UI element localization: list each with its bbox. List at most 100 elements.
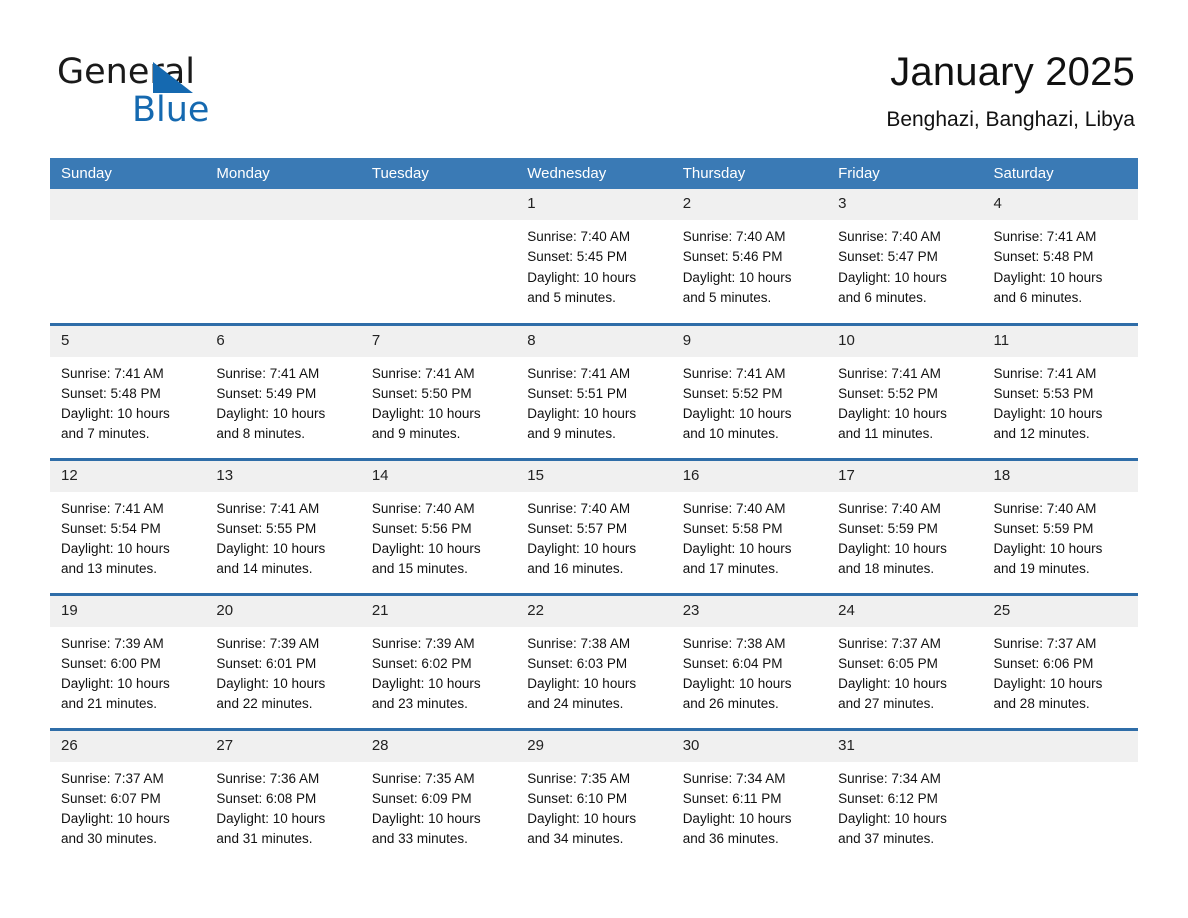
weekday-header-wednesday: Wednesday	[516, 158, 672, 189]
day-sun-info: Sunrise: 7:39 AM Sunset: 6:00 PM Dayligh…	[61, 635, 170, 712]
calendar-day-cell[interactable]: 24 Sunrise: 7:37 AM Sunset: 6:05 PM Dayli…	[827, 592, 983, 729]
day-sun-info: Sunrise: 7:39 AM Sunset: 6:01 PM Dayligh…	[216, 635, 326, 712]
day-sun-info: Sunrise: 7:41 AM Sunset: 5:53 PM Dayligh…	[993, 365, 1103, 442]
day-number: 18	[982, 460, 1138, 492]
day-sun-info: Sunrise: 7:34 AM Sunset: 6:12 PM Dayligh…	[838, 770, 947, 847]
calendar-week-row: 1 Sunrise: 7:40 AM Sunset: 5:45 PM Daylig…	[50, 189, 1138, 324]
calendar-day-cell[interactable]: 27 Sunrise: 7:36 AM Sunset: 6:08 PM Dayli…	[205, 727, 361, 864]
weekday-header-monday: Monday	[205, 158, 361, 189]
calendar-day-cell[interactable]: 21 Sunrise: 7:39 AM Sunset: 6:02 PM Dayli…	[360, 592, 517, 729]
calendar-day-cell[interactable]: 30 Sunrise: 7:34 AM Sunset: 6:11 PM Dayli…	[671, 727, 828, 864]
day-sun-info: Sunrise: 7:40 AM Sunset: 5:45 PM Dayligh…	[527, 229, 637, 305]
day-sun-info: Sunrise: 7:40 AM Sunset: 5:56 PM Dayligh…	[371, 500, 481, 577]
calendar-day-cell[interactable]: 23 Sunrise: 7:38 AM Sunset: 6:04 PM Dayli…	[671, 592, 828, 729]
calendar-day-cell[interactable]: 11 Sunrise: 7:41 AM Sunset: 5:53 PM Dayli…	[982, 322, 1138, 459]
day-number	[50, 189, 206, 220]
day-sun-info: Sunrise: 7:41 AM Sunset: 5:55 PM Dayligh…	[216, 500, 326, 577]
calendar-day-cell-empty	[205, 189, 361, 324]
calendar-day-cell[interactable]: 3 Sunrise: 7:40 AM Sunset: 5:47 PM Daylig…	[827, 189, 983, 324]
day-sun-info: Sunrise: 7:41 AM Sunset: 5:52 PM Dayligh…	[838, 365, 947, 442]
day-number: 16	[671, 460, 828, 492]
day-sun-info: Sunrise: 7:41 AM Sunset: 5:48 PM Dayligh…	[993, 229, 1103, 305]
day-sun-info: Sunrise: 7:41 AM Sunset: 5:54 PM Dayligh…	[61, 500, 170, 577]
calendar-day-cell[interactable]: 18 Sunrise: 7:40 AM Sunset: 5:59 PM Dayli…	[982, 457, 1138, 594]
day-sun-info: Sunrise: 7:34 AM Sunset: 6:11 PM Dayligh…	[682, 770, 792, 847]
day-number: 19	[50, 595, 206, 627]
day-number	[360, 189, 517, 220]
weekday-header-thursday: Thursday	[671, 158, 828, 189]
day-number: 27	[205, 730, 361, 762]
day-number: 1	[516, 189, 672, 220]
calendar-day-cell[interactable]: 28 Sunrise: 7:35 AM Sunset: 6:09 PM Dayli…	[360, 727, 517, 864]
day-sun-info	[50, 220, 205, 227]
day-sun-info: Sunrise: 7:41 AM Sunset: 5:50 PM Dayligh…	[371, 365, 481, 442]
calendar-header-row: Sunday Monday Tuesday Wednesday Thursday…	[50, 158, 1138, 189]
day-sun-info	[361, 220, 516, 227]
day-number: 12	[50, 460, 206, 492]
calendar-day-cell[interactable]: 15 Sunrise: 7:40 AM Sunset: 5:57 PM Dayli…	[516, 457, 672, 594]
calendar-day-cell-empty	[982, 727, 1138, 864]
calendar-day-cell[interactable]: 26 Sunrise: 7:37 AM Sunset: 6:07 PM Dayli…	[50, 727, 206, 864]
calendar-day-cell[interactable]: 4 Sunrise: 7:41 AM Sunset: 5:48 PM Daylig…	[982, 189, 1138, 324]
calendar-day-cell[interactable]: 9 Sunrise: 7:41 AM Sunset: 5:52 PM Daylig…	[671, 322, 828, 459]
calendar-day-cell[interactable]: 25 Sunrise: 7:37 AM Sunset: 6:06 PM Dayli…	[982, 592, 1138, 729]
calendar-day-cell[interactable]: 22 Sunrise: 7:38 AM Sunset: 6:03 PM Dayli…	[516, 592, 672, 729]
day-number: 10	[827, 325, 983, 357]
calendar-day-cell[interactable]: 10 Sunrise: 7:41 AM Sunset: 5:52 PM Dayli…	[827, 322, 983, 459]
calendar-day-cell[interactable]: 16 Sunrise: 7:40 AM Sunset: 5:58 PM Dayli…	[671, 457, 828, 594]
day-sun-info: Sunrise: 7:40 AM Sunset: 5:46 PM Dayligh…	[682, 229, 792, 305]
calendar-day-cell[interactable]: 31 Sunrise: 7:34 AM Sunset: 6:12 PM Dayli…	[827, 727, 983, 864]
calendar-day-cell[interactable]: 8 Sunrise: 7:41 AM Sunset: 5:51 PM Daylig…	[516, 322, 672, 459]
day-sun-info: Sunrise: 7:37 AM Sunset: 6:06 PM Dayligh…	[993, 635, 1103, 712]
day-sun-info: Sunrise: 7:40 AM Sunset: 5:59 PM Dayligh…	[838, 500, 947, 577]
calendar-day-cell[interactable]: 14 Sunrise: 7:40 AM Sunset: 5:56 PM Dayli…	[360, 457, 517, 594]
calendar-day-cell[interactable]: 7 Sunrise: 7:41 AM Sunset: 5:50 PM Daylig…	[360, 322, 517, 459]
day-number: 15	[516, 460, 672, 492]
day-number: 17	[827, 460, 983, 492]
day-number: 24	[827, 595, 983, 627]
calendar-day-cell[interactable]: 12 Sunrise: 7:41 AM Sunset: 5:54 PM Dayli…	[50, 457, 206, 594]
day-number	[205, 189, 361, 220]
calendar-week-row: 5 Sunrise: 7:41 AM Sunset: 5:48 PM Daylig…	[50, 322, 1138, 459]
calendar-week-row: 26 Sunrise: 7:37 AM Sunset: 6:07 PM Dayli…	[50, 727, 1138, 864]
weekday-header-friday: Friday	[827, 158, 983, 189]
day-sun-info: Sunrise: 7:39 AM Sunset: 6:02 PM Dayligh…	[371, 635, 481, 712]
weekday-header-tuesday: Tuesday	[360, 158, 517, 189]
day-number: 9	[671, 325, 828, 357]
calendar-day-cell[interactable]: 6 Sunrise: 7:41 AM Sunset: 5:49 PM Daylig…	[205, 322, 361, 459]
day-number: 11	[982, 325, 1138, 357]
day-sun-info: Sunrise: 7:38 AM Sunset: 6:03 PM Dayligh…	[527, 635, 637, 712]
calendar-day-cell[interactable]: 13 Sunrise: 7:41 AM Sunset: 5:55 PM Dayli…	[205, 457, 361, 594]
day-number: 31	[827, 730, 983, 762]
day-number: 30	[671, 730, 828, 762]
day-number: 23	[671, 595, 828, 627]
day-sun-info: Sunrise: 7:41 AM Sunset: 5:51 PM Dayligh…	[527, 365, 637, 442]
calendar-day-cell[interactable]: 1 Sunrise: 7:40 AM Sunset: 5:45 PM Daylig…	[516, 189, 672, 324]
weekday-header-saturday: Saturday	[982, 158, 1138, 189]
day-number: 29	[516, 730, 672, 762]
calendar-day-cell[interactable]: 20 Sunrise: 7:39 AM Sunset: 6:01 PM Dayli…	[205, 592, 361, 729]
page-header: General Blue January 2025 Benghazi, Bang…	[0, 0, 1188, 155]
calendar-day-cell[interactable]: 19 Sunrise: 7:39 AM Sunset: 6:00 PM Dayli…	[50, 592, 206, 729]
general-blue-logo[interactable]: General Blue	[57, 52, 357, 132]
logo-text-blue: Blue	[132, 90, 210, 130]
calendar-table: Sunday Monday Tuesday Wednesday Thursday…	[50, 158, 1138, 864]
day-sun-info: Sunrise: 7:40 AM Sunset: 5:47 PM Dayligh…	[838, 229, 947, 305]
day-number: 28	[360, 730, 517, 762]
day-number: 14	[360, 460, 517, 492]
calendar-day-cell[interactable]: 29 Sunrise: 7:35 AM Sunset: 6:10 PM Dayli…	[516, 727, 672, 864]
day-sun-info: Sunrise: 7:35 AM Sunset: 6:09 PM Dayligh…	[371, 770, 481, 847]
calendar-day-cell[interactable]: 2 Sunrise: 7:40 AM Sunset: 5:46 PM Daylig…	[671, 189, 828, 324]
day-sun-info: Sunrise: 7:41 AM Sunset: 5:49 PM Dayligh…	[216, 365, 326, 442]
day-number: 21	[360, 595, 517, 627]
day-sun-info: Sunrise: 7:40 AM Sunset: 5:58 PM Dayligh…	[682, 500, 792, 577]
calendar-day-cell[interactable]: 17 Sunrise: 7:40 AM Sunset: 5:59 PM Dayli…	[827, 457, 983, 594]
day-number: 2	[671, 189, 828, 220]
calendar-day-cell[interactable]: 5 Sunrise: 7:41 AM Sunset: 5:48 PM Daylig…	[50, 322, 206, 459]
day-sun-info: Sunrise: 7:35 AM Sunset: 6:10 PM Dayligh…	[527, 770, 637, 847]
day-number: 4	[982, 189, 1138, 220]
day-sun-info: Sunrise: 7:38 AM Sunset: 6:04 PM Dayligh…	[682, 635, 792, 712]
day-number	[982, 730, 1138, 762]
day-sun-info	[983, 762, 1138, 769]
calendar-body: 1 Sunrise: 7:40 AM Sunset: 5:45 PM Daylig…	[50, 189, 1138, 864]
